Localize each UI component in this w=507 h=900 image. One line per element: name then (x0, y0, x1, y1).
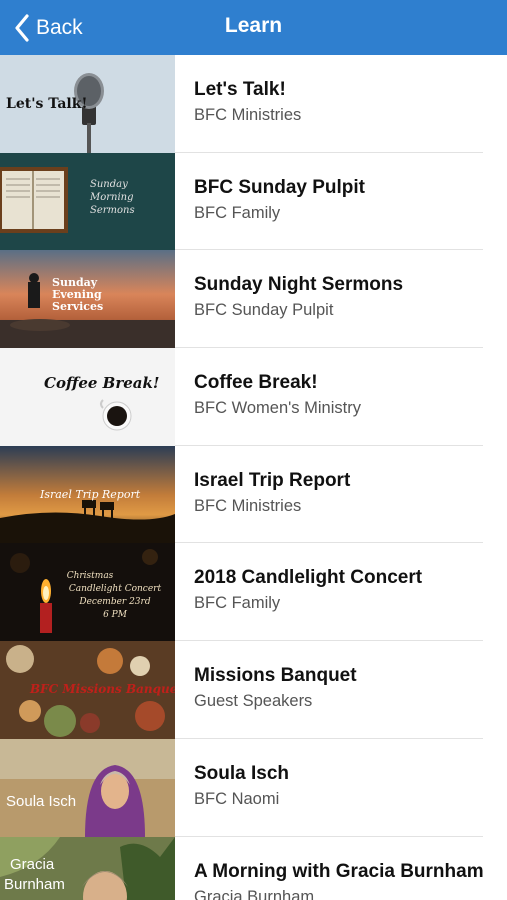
item-title: 2018 Candlelight Concert (194, 567, 423, 589)
item-subtitle: BFC Family (194, 594, 281, 613)
svg-text:Soula Isch: Soula Isch (6, 793, 76, 810)
item-title: A Morning with Gracia Burnham (194, 860, 484, 882)
thumbnail-image: Sunday Morning Sermons (0, 152, 175, 251)
list-item[interactable]: Israel Trip Report Israel Trip Report BF… (0, 445, 507, 544)
item-subtitle: Guest Speakers (194, 692, 313, 711)
svg-text:December 23rd: December 23rd (78, 597, 150, 607)
svg-text:Christmas: Christmas (67, 571, 114, 581)
svg-text:Gracia: Gracia (10, 856, 55, 873)
svg-text:Services: Services (52, 300, 103, 313)
item-subtitle: BFC Family (194, 203, 281, 222)
list-item[interactable]: Sunday Morning Sermons BFC Sunday Pulpit… (0, 152, 507, 251)
svg-text:6 PM: 6 PM (103, 610, 128, 620)
svg-text:BFC Missions Banquet: BFC Missions Banquet (29, 682, 175, 696)
item-subtitle: BFC Naomi (194, 789, 280, 808)
svg-text:Sermons: Sermons (90, 205, 135, 216)
list-item[interactable]: Soula Isch Soula Isch BFC Naomi (0, 738, 507, 837)
item-title: BFC Sunday Pulpit (194, 176, 365, 198)
svg-text:Candlelight Concert: Candlelight Concert (69, 584, 162, 594)
learn-list: Let's Talk! Let's Talk! BFC Ministries S… (0, 55, 507, 900)
svg-text:Israel Trip Report: Israel Trip Report (39, 488, 141, 501)
item-subtitle: BFC Sunday Pulpit (194, 301, 334, 320)
item-title: Coffee Break! (194, 372, 318, 394)
svg-text:Sunday: Sunday (90, 179, 128, 190)
list-item[interactable]: Sunday Evening Services Sunday Night Ser… (0, 250, 507, 349)
thumbnail-image: BFC Missions Banquet (0, 641, 175, 739)
svg-text:Coffee Break!: Coffee Break! (44, 374, 159, 392)
list-item[interactable]: BFC Missions Banquet Missions Banquet Gu… (0, 641, 507, 739)
item-title: Missions Banquet (194, 665, 357, 687)
item-title: Soula Isch (194, 762, 290, 784)
thumbnail-image: Let's Talk! (0, 55, 175, 153)
item-subtitle: Gracia Burnham (194, 887, 315, 900)
page-title: Learn (224, 14, 283, 37)
item-subtitle: BFC Ministries (194, 106, 302, 124)
thumbnail-image: Gracia Burnham (0, 836, 175, 900)
thumbnail-image: Christmas Candlelight Concert December 2… (0, 543, 175, 642)
item-title: Sunday Night Sermons (194, 274, 404, 296)
svg-text:Morning: Morning (89, 192, 134, 203)
list-item[interactable]: Christmas Candlelight Concert December 2… (0, 543, 507, 642)
thumbnail-image: Soula Isch (0, 738, 175, 837)
thumbnail-image: Israel Trip Report (0, 445, 175, 544)
thumbnail-image: Sunday Evening Services (0, 250, 175, 349)
item-title: Let's Talk! (194, 79, 286, 100)
list-item[interactable]: Coffee Break! Coffee Break! BFC Women's … (0, 348, 507, 446)
item-subtitle: BFC Ministries (194, 496, 302, 515)
item-subtitle: BFC Women's Ministry (194, 399, 361, 418)
item-title: Israel Trip Report (194, 469, 351, 491)
thumb-text: Let's Talk! (6, 96, 88, 112)
thumbnail-image: Coffee Break! (0, 348, 175, 446)
svg-text:Burnham: Burnham (4, 876, 65, 893)
list-item[interactable]: Let's Talk! Let's Talk! BFC Ministries (0, 55, 507, 153)
nav-bar: Back Learn (0, 0, 507, 55)
list-item[interactable]: Gracia Burnham A Morning with Gracia Bur… (0, 836, 507, 900)
